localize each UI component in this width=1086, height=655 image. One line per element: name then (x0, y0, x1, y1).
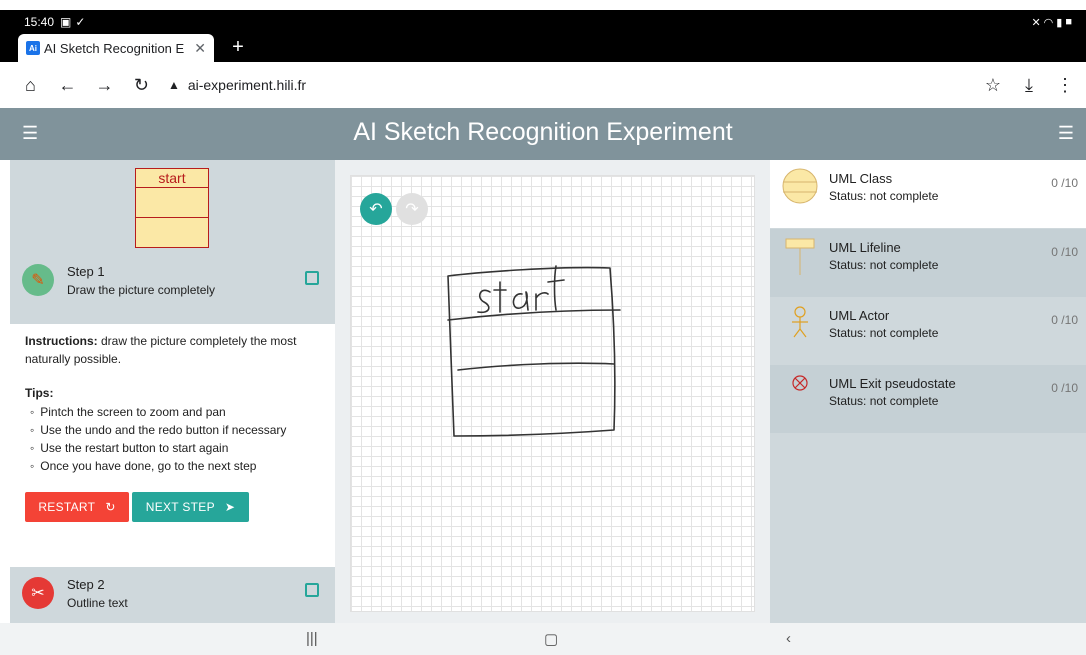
top-edge (0, 0, 1086, 10)
preview-label: start (136, 169, 208, 188)
shape-status: Status: not complete (829, 326, 939, 340)
pencil-ruler-icon: ✎ (22, 264, 54, 296)
restart-button[interactable]: RESTART ↻ (25, 492, 129, 522)
shape-name: UML Exit pseudostate (829, 376, 956, 391)
signal-icon: ▮ (1056, 16, 1063, 29)
shape-name: UML Actor (829, 308, 890, 323)
url-text: ai-experiment.hili.fr (187, 77, 307, 93)
browser-tab[interactable]: Ai AI Sketch Recognition Exp ✕ (18, 34, 214, 62)
tip-item: Once you have done, go to the next step (30, 457, 286, 475)
step-1-title: Step 1 (67, 264, 105, 279)
menu-right-icon[interactable]: ☰ (1058, 123, 1074, 144)
shape-item[interactable]: UML Class Status: not complete 0 /10 (770, 160, 1086, 228)
redo-button[interactable]: ↷ (396, 193, 428, 225)
tab-title: AI Sketch Recognition Exp (44, 40, 184, 56)
steps-panel: start ✎ Step 1 Draw the picture complete… (10, 160, 335, 623)
home-nav-icon[interactable]: ▢ (544, 630, 558, 648)
step-2-title: Step 2 (67, 577, 105, 592)
home-icon[interactable]: ⌂ (12, 66, 49, 104)
shape-item[interactable]: UML Exit pseudostate Status: not complet… (770, 365, 1086, 433)
shape-count: 0 /10 (1051, 313, 1078, 327)
shapes-panel: UML Class Status: not complete 0 /10 UML… (770, 160, 1086, 623)
send-icon: ➤ (224, 500, 236, 514)
recent-apps-icon[interactable]: ||| (306, 630, 318, 647)
url-field[interactable]: ▲ ai-experiment.hili.fr (168, 68, 966, 102)
shape-count: 0 /10 (1051, 245, 1078, 259)
instructions-label: Instructions: (25, 334, 98, 348)
shape-item[interactable]: UML Lifeline Status: not complete 0 /10 (770, 229, 1086, 297)
sketch-text-start (477, 265, 565, 314)
tip-item: Use the undo and the redo button if nece… (30, 421, 286, 439)
close-tab-icon[interactable]: ✕ (194, 40, 206, 57)
tip-item: Pintch the screen to zoom and pan (30, 403, 286, 421)
uml-actor-icon (792, 306, 808, 338)
download-icon[interactable]: ⤓ (1014, 66, 1044, 104)
back-icon[interactable]: ← (49, 66, 86, 104)
shape-status: Status: not complete (829, 394, 939, 408)
undo-icon: ↶ (369, 201, 383, 218)
address-bar-actions: ☆ ⤓ ⋮ (966, 66, 1086, 104)
step-1-card[interactable]: start ✎ Step 1 Draw the picture complete… (10, 160, 335, 324)
uml-lifeline-icon (785, 238, 815, 275)
sketch-divider-1 (447, 309, 621, 321)
image-icon: ▣ (60, 15, 72, 29)
reload-icon[interactable]: ↻ (123, 66, 160, 104)
uml-exit-icon (792, 375, 808, 391)
app-header: ☰ AI Sketch Recognition Experiment ☰ (0, 108, 1086, 160)
shape-status: Status: not complete (829, 258, 939, 272)
tips-list: Pintch the screen to zoom and pan Use th… (30, 403, 286, 475)
shape-count: 0 /10 (1051, 381, 1078, 395)
sketch-box-outline (447, 266, 616, 437)
instructions-text: Instructions: draw the picture completel… (25, 332, 325, 368)
new-tab-icon[interactable]: + (228, 36, 248, 60)
preview-attributes (136, 188, 208, 218)
scissors-icon: ✂ (22, 577, 54, 609)
system-status-bar: 15:40 ▣ ✓ ✕ ◠ ▮ ■ (0, 10, 1086, 34)
browser-address-bar: ⌂ ← → ↻ ▲ ai-experiment.hili.fr ☆ ⤓ ⋮ (0, 62, 1086, 108)
user-sketch (447, 265, 621, 437)
favicon-icon: Ai (26, 41, 40, 55)
restart-label: RESTART (38, 500, 96, 514)
shape-count: 0 /10 (1051, 176, 1078, 190)
sync-icon: ↻ (105, 500, 116, 514)
redo-icon: ↷ (405, 201, 419, 218)
app-title: AI Sketch Recognition Experiment (353, 118, 733, 146)
target-picture-preview: start (135, 168, 209, 248)
download-done-icon: ✓ (75, 15, 86, 29)
tip-item: Use the restart button to start again (30, 439, 286, 457)
status-right-icons: ✕ ◠ ▮ ■ (1031, 16, 1072, 29)
sketch-divider-2 (457, 362, 615, 371)
browser-tab-bar: Ai AI Sketch Recognition Exp ✕ + (0, 34, 1086, 62)
back-nav-icon[interactable]: ‹ (786, 630, 791, 647)
battery-icon: ■ (1065, 16, 1072, 28)
step-2-card[interactable]: ✂ Step 2 Outline text (10, 567, 335, 623)
shape-item[interactable]: UML Actor Status: not complete 0 /10 (770, 297, 1086, 365)
uml-class-icon (782, 168, 818, 204)
wifi-icon: ◠ (1043, 16, 1054, 29)
step-2-checkbox[interactable] (305, 583, 319, 597)
shape-name: UML Lifeline (829, 240, 901, 255)
step-2-subtitle: Outline text (67, 596, 128, 610)
more-menu-icon[interactable]: ⋮ (1050, 66, 1080, 104)
forward-icon[interactable]: → (86, 66, 123, 104)
status-time: 15:40 (24, 15, 55, 29)
shape-status: Status: not complete (829, 189, 939, 203)
mute-icon: ✕ (1031, 16, 1041, 29)
bookmark-star-icon[interactable]: ☆ (978, 66, 1008, 104)
undo-button[interactable]: ↶ (360, 193, 392, 225)
step-1-subtitle: Draw the picture completely (67, 283, 216, 297)
system-navigation-bar: ||| ▢ ‹ (0, 623, 1086, 655)
not-secure-icon: ▲ (167, 78, 180, 92)
tips-title: Tips: (25, 386, 54, 400)
next-step-label: NEXT STEP (145, 500, 215, 514)
next-step-button[interactable]: NEXT STEP ➤ (132, 492, 249, 522)
step-1-checkbox[interactable] (305, 271, 319, 285)
shape-name: UML Class (829, 171, 893, 186)
